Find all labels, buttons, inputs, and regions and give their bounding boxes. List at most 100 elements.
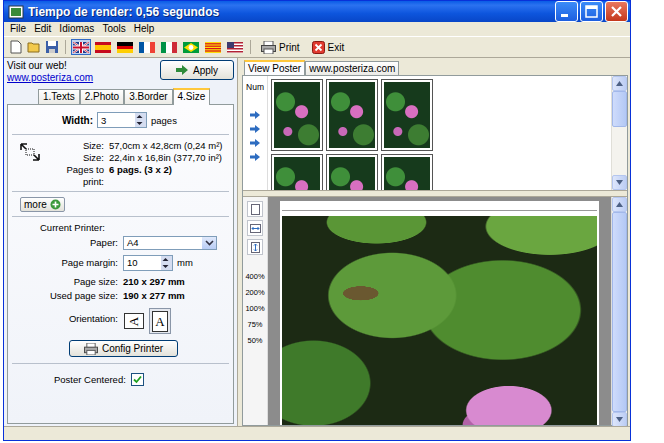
viewer-body: Num 400% 200% 100% 75% 50% bbox=[242, 75, 628, 426]
size-value: 57,0cm x 42,8cm (0,24 m²) bbox=[109, 140, 223, 152]
menu-item[interactable]: Idiomas bbox=[55, 23, 98, 35]
viewer-tab[interactable]: View Poster bbox=[244, 60, 305, 75]
zoom-level-button[interactable]: 75% bbox=[247, 320, 262, 329]
language-button[interactable] bbox=[71, 39, 91, 55]
page-size-label: Page size: bbox=[12, 276, 118, 288]
scroll-up-button[interactable] bbox=[612, 76, 627, 91]
exit-button[interactable]: Exit bbox=[307, 41, 350, 54]
viewer-tab[interactable]: www.posteriza.com bbox=[305, 61, 399, 75]
width-spinner[interactable] bbox=[135, 113, 146, 127]
fit-width-button[interactable] bbox=[247, 220, 263, 236]
paper-dropdown-button[interactable] bbox=[202, 237, 216, 249]
scroll-thumb[interactable] bbox=[612, 212, 627, 412]
scroll-down-button[interactable] bbox=[612, 412, 627, 427]
more-button[interactable]: more bbox=[20, 197, 65, 212]
new-button[interactable] bbox=[8, 39, 24, 55]
margin-input[interactable]: 10 bbox=[123, 255, 173, 271]
title-bar: Tiempo de render: 0,56 segundos bbox=[4, 1, 630, 22]
fit-height-button[interactable] bbox=[247, 239, 263, 255]
toolbar-separator bbox=[250, 40, 251, 54]
zoom-level-button[interactable]: 100% bbox=[245, 304, 264, 313]
horizontal-splitter[interactable] bbox=[243, 190, 627, 197]
width-label: Width: bbox=[12, 115, 93, 126]
landscape-button[interactable]: A bbox=[123, 308, 145, 334]
margin-spinner[interactable] bbox=[161, 256, 172, 270]
apply-button[interactable]: Apply bbox=[160, 60, 234, 80]
menu-item[interactable]: File bbox=[6, 23, 30, 35]
language-button[interactable] bbox=[181, 39, 201, 55]
nav-arrow-button[interactable] bbox=[249, 138, 261, 148]
exit-icon bbox=[312, 41, 325, 54]
nav-arrow-button[interactable] bbox=[249, 124, 261, 134]
used-page-size-value: 190 x 277 mm bbox=[123, 290, 229, 302]
settings-tab[interactable]: 4.Size bbox=[173, 88, 211, 105]
zoom-level-button[interactable]: 200% bbox=[245, 288, 264, 297]
language-button[interactable] bbox=[225, 39, 245, 55]
language-button[interactable] bbox=[115, 39, 135, 55]
close-icon bbox=[606, 1, 627, 22]
window-controls bbox=[555, 1, 628, 22]
config-printer-button[interactable]: Config Printer bbox=[69, 340, 178, 357]
es-flag-icon bbox=[95, 42, 111, 53]
preview-scrollbar[interactable] bbox=[611, 197, 627, 425]
settings-tab[interactable]: 3.Border bbox=[124, 89, 172, 104]
language-button[interactable] bbox=[137, 39, 157, 55]
thumbnail-photo bbox=[384, 82, 430, 148]
scroll-up-button[interactable] bbox=[612, 197, 627, 212]
poster-centered-checkbox[interactable] bbox=[131, 373, 144, 386]
page-thumbnail[interactable] bbox=[271, 79, 323, 151]
settings-tab[interactable]: 1.Texts bbox=[38, 89, 80, 104]
menu-item[interactable]: Help bbox=[130, 23, 159, 35]
settings-tab[interactable]: 2.Photo bbox=[80, 89, 124, 104]
scroll-down-button[interactable] bbox=[612, 175, 627, 190]
zoom-level-button[interactable]: 400% bbox=[245, 272, 264, 281]
scroll-thumb[interactable] bbox=[612, 91, 627, 127]
minimize-icon bbox=[556, 1, 577, 22]
zoom-level-button[interactable]: 50% bbox=[247, 336, 262, 345]
maximize-button[interactable] bbox=[580, 1, 603, 22]
printer-icon bbox=[261, 41, 276, 54]
portrait-button[interactable]: A bbox=[149, 308, 171, 334]
status-bar bbox=[4, 426, 630, 440]
width-input[interactable]: 3 bbox=[97, 112, 147, 128]
open-button[interactable] bbox=[26, 39, 42, 55]
thumbnail-scrollbar[interactable] bbox=[611, 76, 627, 190]
language-button[interactable] bbox=[93, 39, 113, 55]
size-label: Size: bbox=[46, 152, 104, 164]
app-window: Tiempo de render: 0,56 segundos FileEdit… bbox=[3, 0, 631, 441]
language-button[interactable] bbox=[203, 39, 223, 55]
arrow-right-icon bbox=[176, 65, 188, 75]
thumbnail-area: Num bbox=[243, 76, 627, 190]
nav-arrow-button[interactable] bbox=[249, 152, 261, 162]
folder-icon bbox=[27, 40, 41, 54]
margin-row: 10 mm bbox=[123, 255, 229, 271]
page-thumbnail[interactable] bbox=[326, 79, 378, 151]
paper-select[interactable]: A4 bbox=[123, 236, 217, 250]
page-thumbnail[interactable] bbox=[381, 79, 433, 151]
window-title: Tiempo de render: 0,56 segundos bbox=[28, 5, 551, 19]
num-label: Num bbox=[246, 82, 264, 92]
minimize-button[interactable] bbox=[555, 1, 578, 22]
zoom-toolbar: 400% 200% 100% 75% 50% bbox=[243, 197, 268, 425]
maximize-icon bbox=[581, 1, 602, 22]
portrait-page-icon: A bbox=[152, 311, 168, 332]
web-row: Visit our web! www.posteriza.com Apply bbox=[4, 58, 237, 84]
save-button[interactable] bbox=[44, 39, 60, 55]
thumbnail-photo bbox=[384, 157, 430, 190]
web-link[interactable]: www.posteriza.com bbox=[7, 72, 93, 84]
page-thumbnail[interactable] bbox=[271, 154, 323, 190]
scroll-track bbox=[612, 127, 627, 175]
page-thumbnail[interactable] bbox=[381, 154, 433, 190]
menu-item[interactable]: Tools bbox=[98, 23, 129, 35]
print-button[interactable]: Print bbox=[256, 41, 305, 54]
up-arrow-icon bbox=[135, 113, 144, 120]
language-button[interactable] bbox=[159, 39, 179, 55]
menu-item[interactable]: Edit bbox=[30, 23, 55, 35]
uk-flag-icon bbox=[73, 42, 89, 53]
nav-arrow-button[interactable] bbox=[249, 110, 261, 120]
fit-page-button[interactable] bbox=[247, 201, 263, 217]
chevron-down-icon bbox=[205, 240, 214, 246]
printer-settings: Paper: A4 Page margin: 10 mm Page size: … bbox=[12, 236, 229, 334]
close-button[interactable] bbox=[605, 1, 628, 22]
page-thumbnail[interactable] bbox=[326, 154, 378, 190]
